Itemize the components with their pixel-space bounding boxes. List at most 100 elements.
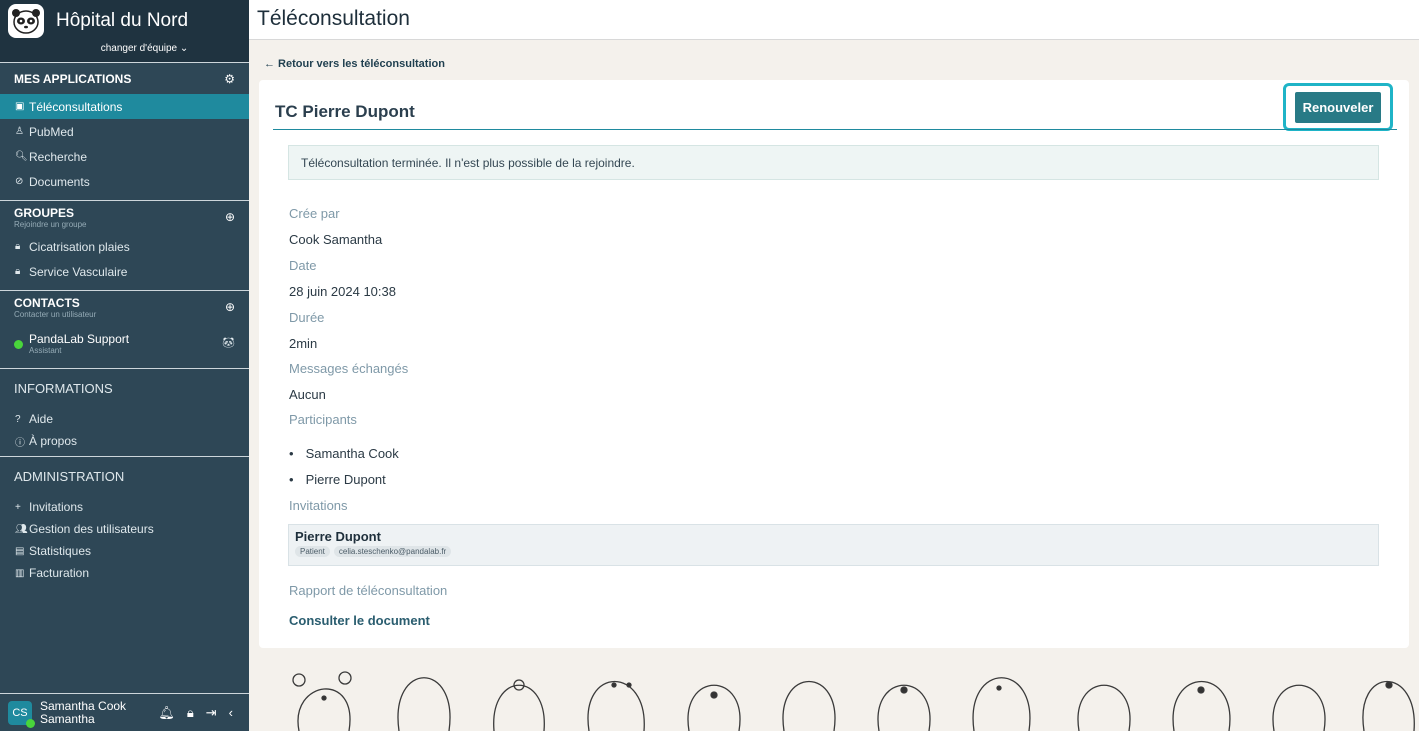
sidebar-item-label: Service Vasculaire	[29, 264, 128, 279]
user-bar: CS Samantha Cook Samantha 🔔︎ 🔒︎ ⇥ ‹	[0, 693, 249, 731]
info-icon: ⓘ	[15, 437, 25, 449]
sidebar-item-label: Documents	[29, 174, 90, 189]
lock-icon: 🔒︎	[15, 241, 21, 252]
team-switch[interactable]: changer d'équipe ⌄	[0, 42, 249, 62]
sidebar-item-label: Statistiques	[29, 544, 92, 558]
gear-icon[interactable]: ⚙	[224, 72, 235, 86]
sidebar-item-label: Cicatrisation plaies	[29, 239, 130, 254]
sidebar-item-label: Téléconsultations	[29, 99, 123, 114]
lock-icon[interactable]: 🔒︎	[187, 705, 194, 721]
user-name: Samantha Cook Samantha	[40, 698, 127, 726]
groups-title: GROUPES	[14, 206, 75, 220]
invitation-email-badge: celia.steschenko@pandalab.fr	[333, 546, 452, 557]
sidebar-item-label: PubMed	[29, 124, 74, 139]
invitations-label: Invitations	[289, 498, 348, 513]
contact-name: PandaLab Support	[29, 332, 130, 346]
stats-icon: ▤	[15, 545, 25, 557]
page-title: Téléconsultation	[257, 7, 410, 30]
users-icon: 👥︎	[15, 523, 28, 535]
paperclip-icon: ⊘	[15, 176, 24, 187]
teleconsultation-card: TC Pierre Dupont Renouveler Téléconsulta…	[259, 80, 1409, 648]
teleconsultation-title: TC Pierre Dupont	[275, 102, 415, 121]
participants-label: Participants	[289, 412, 357, 427]
renew-button-focus-ring: Renouveler	[1283, 83, 1393, 131]
sidebar-item-group-vasculaire[interactable]: 🔒︎ Service Vasculaire	[0, 259, 249, 284]
created-by-label: Crée par	[289, 206, 340, 221]
sidebar-item-label: Invitations	[29, 500, 84, 514]
sidebar-item-label: À propos	[29, 434, 78, 448]
sidebar-item-gestion-utilisateurs[interactable]: 👥︎ Gestion des utilisateurs	[0, 518, 249, 540]
plus-icon: +	[15, 501, 21, 513]
user-actions: 🔔︎ 🔒︎ ⇥ ‹	[158, 705, 233, 721]
lock-icon: 🔒︎	[15, 266, 21, 277]
renew-button[interactable]: Renouveler	[1294, 91, 1382, 123]
avatar[interactable]: CS	[8, 700, 35, 728]
report-label: Rapport de téléconsultation	[289, 583, 448, 598]
collapse-sidebar-icon[interactable]: ‹	[229, 705, 233, 721]
user-name-line1: Samantha Cook	[40, 698, 127, 713]
sidebar-item-a-propos[interactable]: ⓘ À propos	[0, 430, 249, 452]
sidebar-item-invitations[interactable]: + Invitations	[0, 496, 249, 518]
add-group-icon[interactable]: ⊕	[225, 210, 235, 224]
sidebar-item-statistiques[interactable]: ▤ Statistiques	[0, 540, 249, 562]
sidebar-item-facturation[interactable]: ▥ Facturation	[0, 562, 249, 584]
date-value: 28 juin 2024 10:38	[289, 284, 396, 299]
sidebar-item-label: Aide	[29, 412, 54, 426]
title-divider	[273, 129, 1397, 130]
invitation-role-badge: Patient	[295, 546, 330, 557]
avatar-initials: CS	[12, 706, 28, 719]
pubmed-icon: ♙	[15, 126, 24, 137]
created-by-value: Cook Samantha	[289, 232, 383, 247]
back-link[interactable]: ← Retour vers les téléconsultation	[264, 58, 445, 70]
sidebar-item-recherche[interactable]: 🔍︎ Recherche	[0, 144, 249, 169]
info-section-header: INFORMATIONS	[0, 368, 249, 408]
info-title: INFORMATIONS	[14, 381, 113, 396]
duration-value: 2min	[289, 336, 318, 351]
add-contact-icon[interactable]: ⊕	[225, 300, 235, 314]
admin-section-header: ADMINISTRATION	[0, 456, 249, 496]
date-label: Date	[289, 258, 317, 273]
apps-title: MES APPLICATIONS	[14, 71, 132, 86]
sidebar-item-pubmed[interactable]: ♙ PubMed	[0, 119, 249, 144]
groups-section-header: GROUPES Rejoindre un groupe ⊕	[0, 200, 249, 234]
question-icon: ?	[15, 413, 21, 425]
sidebar-item-label: Facturation	[29, 566, 90, 580]
search-icon: 🔍︎	[15, 151, 28, 162]
participant-item: Pierre Dupont	[289, 472, 386, 487]
online-status-icon	[14, 339, 23, 349]
panda-logo-icon	[8, 4, 44, 38]
apps-section-header: MES APPLICATIONS ⚙	[0, 62, 249, 94]
top-bar: Téléconsultation	[249, 0, 1419, 40]
view-document-link[interactable]: Consulter le document	[289, 613, 430, 628]
invitation-tags: Patient celia.steschenko@pandalab.fr	[295, 546, 1372, 557]
contact-role: Assistant	[29, 346, 62, 355]
sidebar: Hôpital du Nord changer d'équipe ⌄ MES A…	[0, 0, 249, 731]
sidebar-item-teleconsultations[interactable]: ▣ Téléconsultations	[0, 94, 249, 119]
duration-label: Durée	[289, 310, 325, 325]
contact-item-pandalab[interactable]: PandaLab Support Assistant 🐼︎	[0, 328, 249, 360]
team-switch-label: changer d'équipe	[100, 43, 178, 54]
calendar-icon: ▣	[15, 101, 25, 112]
contacts-section-header: CONTACTS Contacter un utilisateur ⊕	[0, 290, 249, 324]
brand-header: Hôpital du Nord	[0, 0, 249, 42]
sidebar-item-label: Recherche	[29, 149, 88, 164]
panda-icon: 🐼︎	[222, 338, 235, 349]
chevron-down-icon: ⌄	[179, 43, 189, 54]
contact-user-link[interactable]: Contacter un utilisateur	[14, 310, 96, 319]
hospital-name: Hôpital du Nord	[56, 10, 189, 31]
sidebar-item-group-cicatrisation[interactable]: 🔒︎ Cicatrisation plaies	[0, 234, 249, 259]
messages-label: Messages échangés	[289, 361, 409, 376]
bear-pattern-background	[292, 671, 1415, 731]
logout-icon[interactable]: ⇥	[206, 705, 217, 721]
admin-title: ADMINISTRATION	[14, 469, 125, 484]
invoice-icon: ▥	[15, 567, 25, 579]
join-group-link[interactable]: Rejoindre un groupe	[14, 220, 87, 229]
sidebar-item-documents[interactable]: ⊘ Documents	[0, 169, 249, 194]
sidebar-item-label: Gestion des utilisateurs	[29, 522, 154, 536]
user-name-line2: Samantha	[40, 711, 95, 726]
online-status-icon	[26, 718, 35, 728]
messages-value: Aucun	[289, 387, 326, 402]
ended-notice: Téléconsultation terminée. Il n'est plus…	[288, 145, 1379, 180]
bell-icon[interactable]: 🔔︎	[158, 705, 175, 721]
sidebar-item-aide[interactable]: ? Aide	[0, 408, 249, 430]
